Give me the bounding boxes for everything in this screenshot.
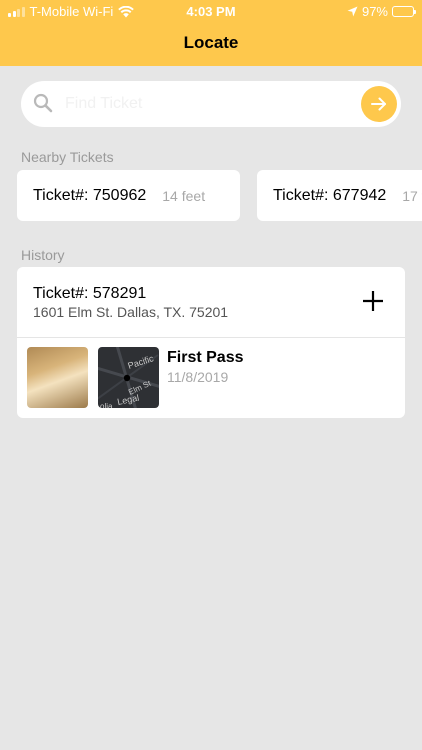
nearby-ticket-card[interactable]: Ticket#: 750962 14 feet xyxy=(17,170,240,221)
status-right: 97% xyxy=(347,4,416,19)
ticket-photo-thumbnail[interactable] xyxy=(27,347,88,408)
arrow-right-icon xyxy=(371,97,386,111)
location-arrow-icon xyxy=(347,6,358,17)
history-address: 1601 Elm St. Dallas, TX. 75201 xyxy=(33,304,229,320)
map-thumbnail[interactable]: Pacific Elm St Legal olia xyxy=(98,347,159,408)
search-bar xyxy=(21,81,401,127)
search-input[interactable] xyxy=(65,92,355,116)
search-submit-button[interactable] xyxy=(361,86,397,122)
history-ticket-number: Ticket#: 578291 xyxy=(33,285,147,302)
nearby-ticket-number: Ticket#: 677942 xyxy=(273,186,387,204)
map-label-olia: olia xyxy=(100,402,113,408)
map-pin-icon xyxy=(123,374,131,382)
nearby-ticket-distance: 17 feet xyxy=(402,187,422,204)
nearby-ticket-distance: 14 feet xyxy=(162,187,206,204)
pass-date: 11/8/2019 xyxy=(167,369,229,385)
map-label-legal: Legal xyxy=(116,393,140,407)
nearby-ticket-card[interactable]: Ticket#: 677942 17 feet xyxy=(257,170,422,221)
plus-icon[interactable] xyxy=(361,289,385,313)
history-label: History xyxy=(21,247,65,263)
history-card[interactable]: Ticket#: 578291 1601 Elm St. Dallas, TX.… xyxy=(17,267,405,418)
battery-icon xyxy=(392,6,416,17)
header-bar: T-Mobile Wi-Fi 4:03 PM 97% Locate xyxy=(0,0,422,66)
nearby-ticket-number: Ticket#: 750962 xyxy=(33,186,147,204)
battery-percent: 97% xyxy=(361,4,388,19)
nearby-tickets-label: Nearby Tickets xyxy=(21,149,114,165)
divider xyxy=(17,337,405,338)
page-title: Locate xyxy=(183,33,239,52)
status-bar: T-Mobile Wi-Fi 4:03 PM 97% xyxy=(0,0,422,22)
pass-title: First Pass xyxy=(167,349,244,366)
map-graphic: Pacific Elm St Legal olia xyxy=(98,347,159,408)
search-icon xyxy=(33,93,53,113)
